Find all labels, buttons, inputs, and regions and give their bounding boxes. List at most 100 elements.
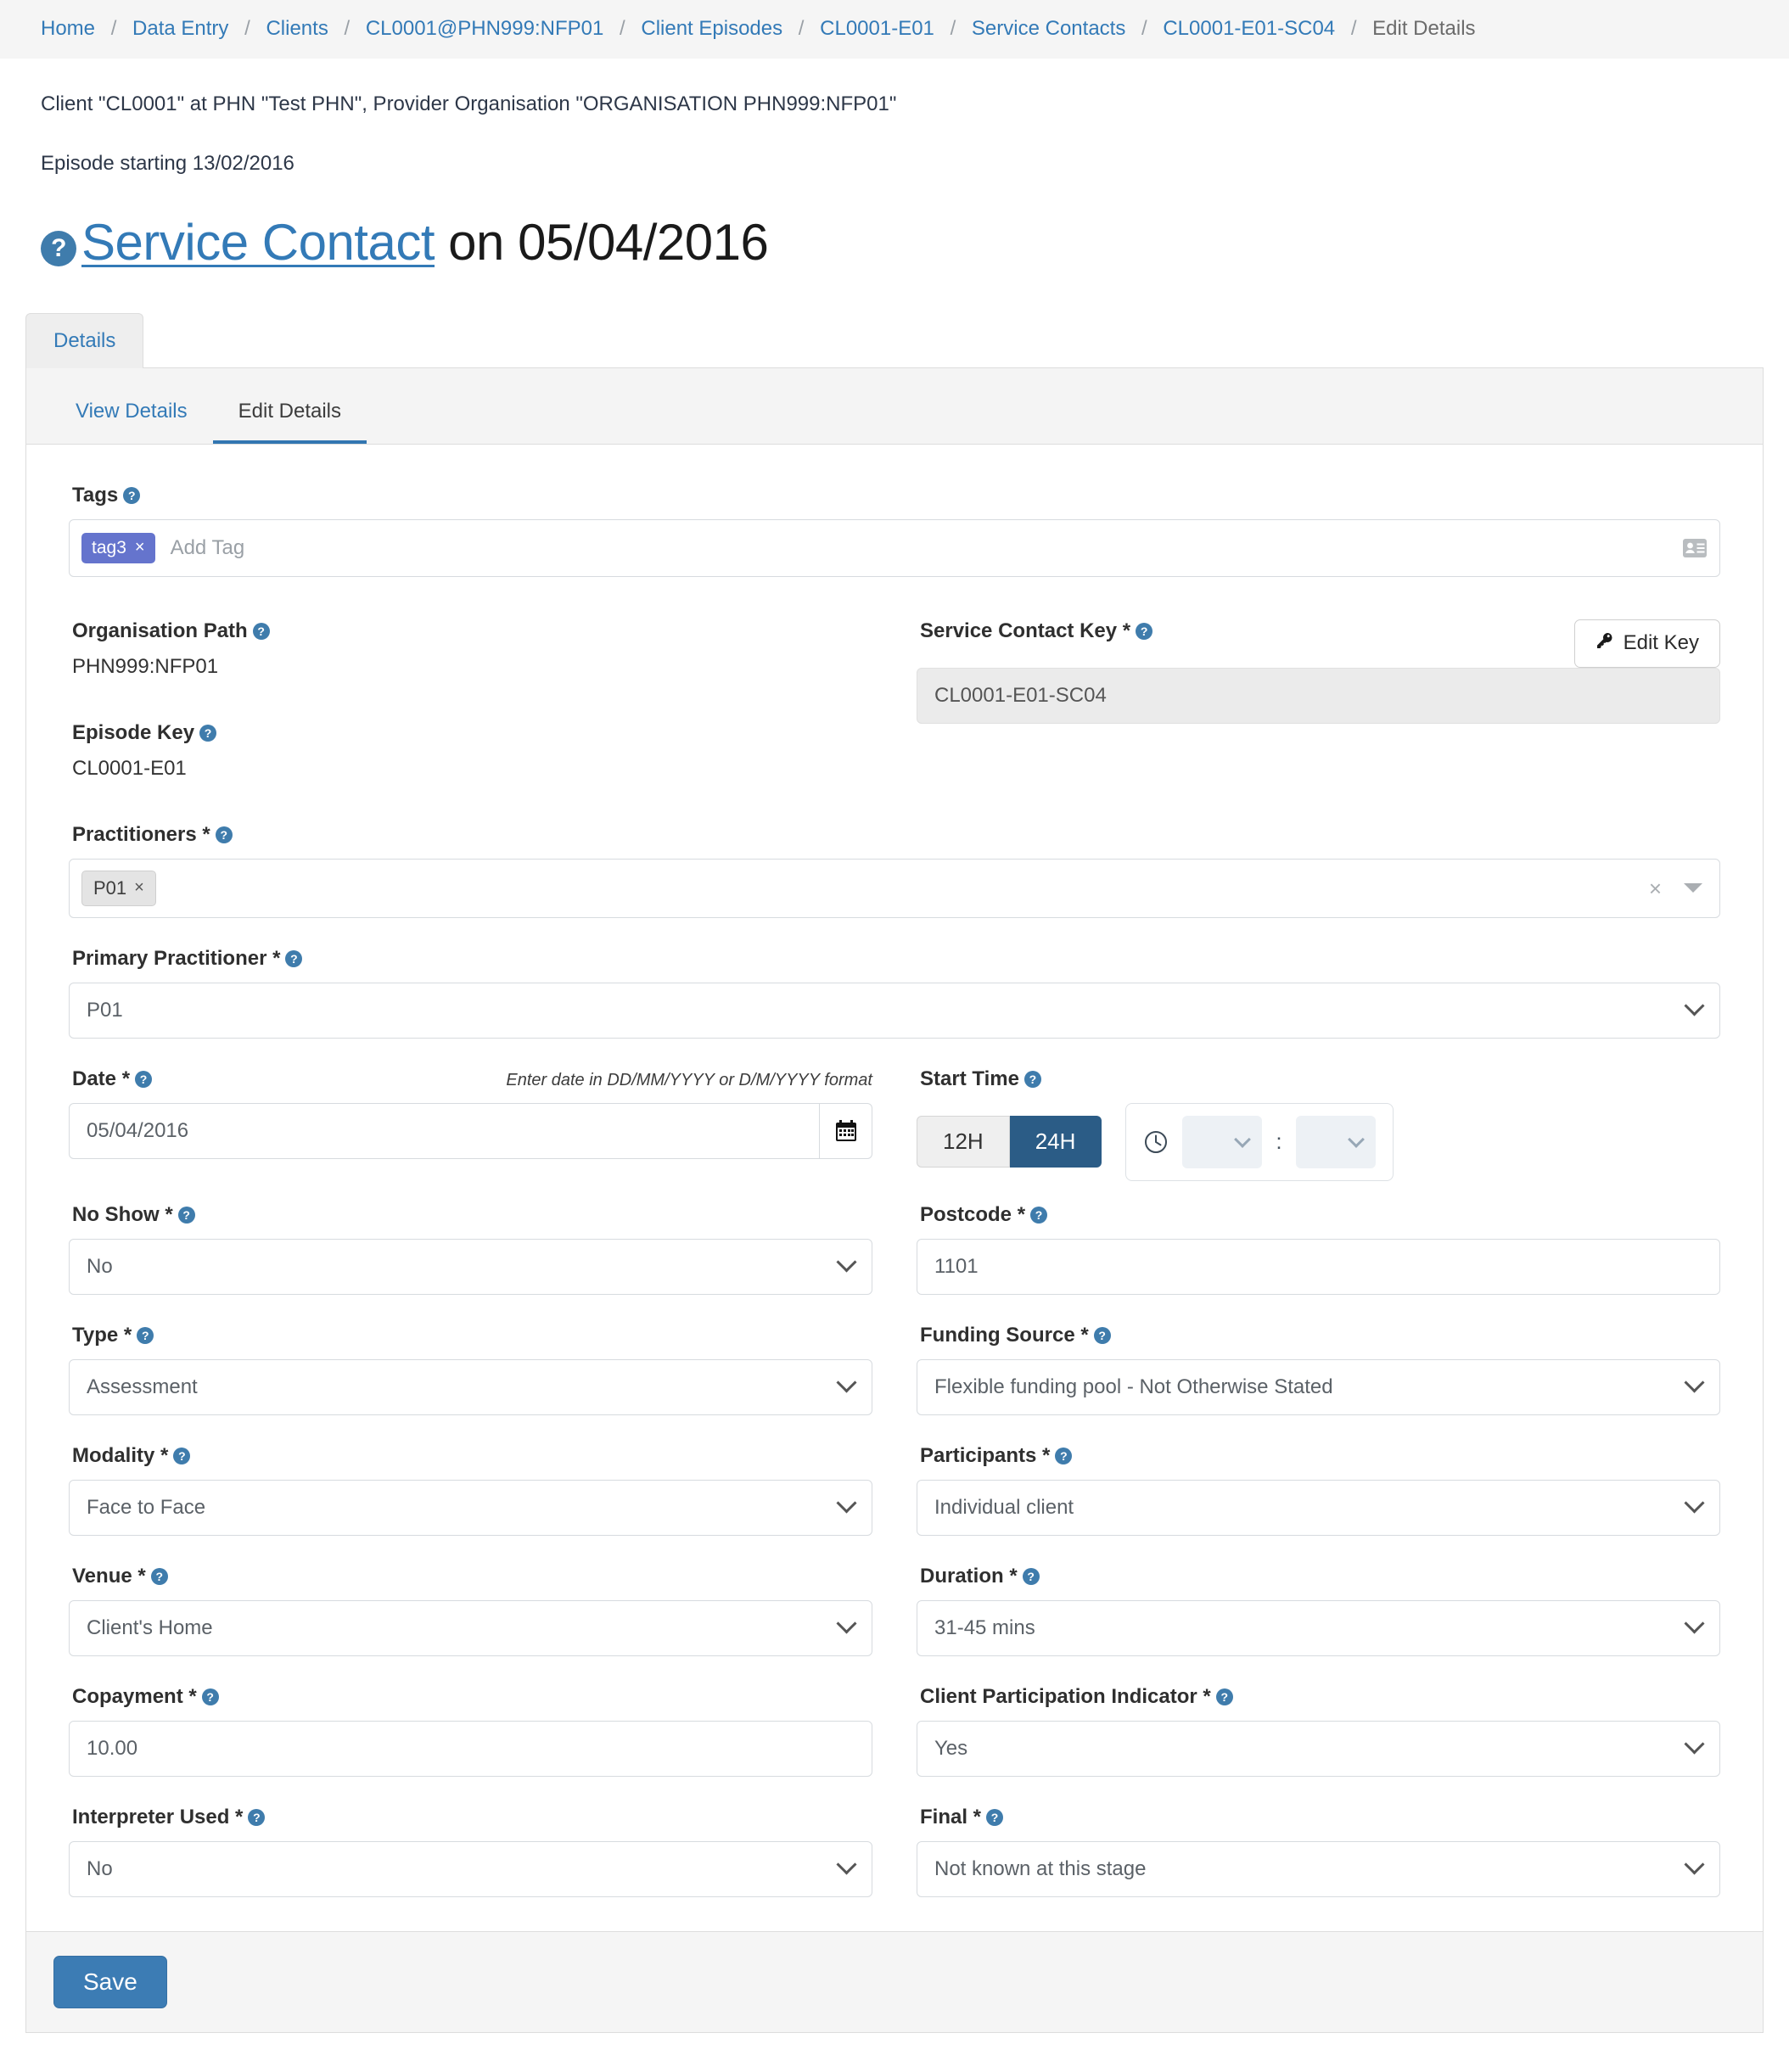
start-time-minutes-select[interactable] — [1295, 1115, 1376, 1168]
interpreter-used-label: Interpreter Used *? — [72, 1806, 872, 1829]
time-format-12h-button[interactable]: 12H — [917, 1116, 1010, 1168]
tag-chip[interactable]: tag3 × — [81, 532, 155, 563]
organisation-path-label: Organisation Path? — [72, 619, 872, 643]
participants-select[interactable]: Individual client — [917, 1479, 1720, 1536]
help-icon[interactable]: ? — [173, 1447, 191, 1464]
breadcrumb-item-home[interactable]: Home — [41, 17, 95, 40]
help-icon[interactable]: ? — [285, 949, 303, 967]
breadcrumb-item-current: Edit Details — [1372, 17, 1476, 40]
postcode-input[interactable]: 1101 — [917, 1238, 1720, 1295]
tab-edit-details[interactable]: Edit Details — [212, 400, 367, 444]
help-icon[interactable]: ? — [1030, 1206, 1048, 1224]
organisation-path-value: PHN999:NFP01 — [72, 654, 219, 678]
copayment-input[interactable]: 10.00 — [69, 1720, 872, 1777]
help-icon[interactable]: ? — [252, 622, 270, 640]
breadcrumb-item-service-contacts[interactable]: Service Contacts — [972, 17, 1125, 40]
client-participation-indicator-select[interactable]: Yes — [917, 1720, 1720, 1777]
help-icon[interactable]: ? — [150, 1567, 168, 1585]
date-field: Date *? Enter date in DD/MM/YYYY or D/M/… — [69, 1067, 872, 1181]
breadcrumb-item-clients[interactable]: Clients — [266, 17, 328, 40]
chevron-down-icon — [839, 1862, 853, 1876]
date-label: Date *? — [72, 1067, 153, 1091]
edit-key-button[interactable]: Edit Key — [1573, 619, 1720, 668]
help-icon[interactable]: ? — [1093, 1326, 1111, 1344]
breadcrumb-item-data-entry[interactable]: Data Entry — [132, 17, 228, 40]
breadcrumb-item-client-episodes[interactable]: Client Episodes — [641, 17, 782, 40]
help-icon[interactable]: ? — [201, 1688, 219, 1705]
no-show-select[interactable]: No — [69, 1238, 872, 1295]
breadcrumb-item-service-contact[interactable]: CL0001-E01-SC04 — [1163, 17, 1335, 40]
breadcrumb-item-client[interactable]: CL0001@PHN999:NFP01 — [366, 17, 604, 40]
calendar-icon[interactable] — [820, 1102, 872, 1159]
tab-details[interactable]: Details — [25, 312, 144, 368]
address-card-icon[interactable] — [1682, 538, 1708, 558]
practitioners-multiselect[interactable]: P01 × × — [69, 858, 1720, 918]
practitioner-chip[interactable]: P01 × — [81, 870, 156, 906]
breadcrumb-separator: / — [950, 17, 956, 40]
start-time-hours-select[interactable] — [1182, 1115, 1263, 1168]
tags-placeholder: Add Tag — [170, 535, 245, 559]
primary-practitioner-field: Primary Practitioner *? P01 — [69, 947, 1720, 1039]
client-participation-indicator-label: Client Participation Indicator *? — [920, 1685, 1720, 1709]
type-label: Type *? — [72, 1324, 872, 1347]
help-icon[interactable]: ? — [1023, 1070, 1041, 1088]
participants-field: Participants *? Individual client — [917, 1444, 1720, 1536]
form-footer: Save — [26, 1930, 1763, 2032]
date-input[interactable]: 05/04/2016 — [69, 1102, 821, 1159]
help-icon[interactable]: ? — [123, 486, 141, 504]
service-contact-key-input: CL0001-E01-SC04 — [917, 667, 1720, 724]
breadcrumb-separator: / — [620, 17, 625, 40]
chevron-down-icon[interactable] — [1684, 883, 1702, 893]
page-title-link[interactable]: Service Contact — [81, 214, 435, 271]
breadcrumb-separator: / — [344, 17, 351, 40]
page-title-suffix: on 05/04/2016 — [435, 213, 769, 271]
help-icon[interactable]: ? — [215, 826, 233, 843]
chevron-down-icon — [1687, 1501, 1701, 1515]
venue-label: Venue *? — [72, 1565, 872, 1588]
help-icon[interactable]: ? — [137, 1326, 154, 1344]
help-icon[interactable]: ? — [1022, 1567, 1040, 1585]
type-field: Type *? Assessment — [69, 1324, 872, 1415]
venue-select[interactable]: Client's Home — [69, 1599, 872, 1656]
start-time-label: Start Time? — [920, 1067, 1720, 1091]
interpreter-used-select[interactable]: No — [69, 1840, 872, 1897]
help-icon[interactable]: ? — [986, 1808, 1004, 1826]
help-icon[interactable]: ? — [1215, 1688, 1233, 1705]
practitioner-remove-icon[interactable]: × — [134, 878, 144, 898]
duration-select[interactable]: 31-45 mins — [917, 1599, 1720, 1656]
funding-source-select[interactable]: Flexible funding pool - Not Otherwise St… — [917, 1358, 1720, 1415]
episode-start-line: Episode starting 13/02/2016 — [41, 151, 294, 175]
help-icon[interactable]: ? — [135, 1070, 153, 1088]
help-icon[interactable]: ? — [1136, 622, 1153, 640]
postcode-label: Postcode *? — [920, 1203, 1720, 1227]
clock-icon — [1143, 1129, 1169, 1155]
breadcrumb-item-episode[interactable]: CL0001-E01 — [820, 17, 934, 40]
funding-source-field: Funding Source *? Flexible funding pool … — [917, 1324, 1720, 1415]
duration-label: Duration *? — [920, 1565, 1720, 1588]
service-contact-key-field: Service Contact Key *? Edit Key CL0001-E… — [917, 619, 1720, 724]
clear-selection-icon[interactable]: × — [1649, 877, 1662, 899]
help-icon[interactable]: ? — [199, 724, 217, 742]
breadcrumb-separator: / — [110, 17, 117, 40]
organisation-path-field: Organisation Path? PHN999:NFP01 — [69, 619, 872, 679]
time-format-24h-button[interactable]: 24H — [1009, 1116, 1102, 1168]
tag-remove-icon[interactable]: × — [135, 538, 145, 557]
chevron-down-icon — [839, 1501, 853, 1515]
primary-practitioner-select[interactable]: P01 — [69, 982, 1720, 1039]
practitioners-label: Practitioners *? — [72, 823, 1720, 847]
modality-field: Modality *? Face to Face — [69, 1444, 872, 1536]
help-icon[interactable]: ? — [1055, 1447, 1073, 1464]
final-field: Final *? Not known at this stage — [917, 1806, 1720, 1897]
breadcrumb-separator: / — [1350, 17, 1357, 40]
tags-input[interactable]: tag3 × Add Tag — [69, 518, 1720, 577]
final-select[interactable]: Not known at this stage — [917, 1840, 1720, 1897]
help-icon[interactable]: ? — [177, 1206, 195, 1224]
type-select[interactable]: Assessment — [69, 1358, 872, 1415]
help-icon[interactable]: ? — [41, 230, 76, 266]
modality-select[interactable]: Face to Face — [69, 1479, 872, 1536]
help-icon[interactable]: ? — [248, 1808, 266, 1826]
breadcrumb-separator: / — [244, 17, 250, 40]
interpreter-used-field: Interpreter Used *? No — [69, 1806, 872, 1897]
save-button[interactable]: Save — [53, 1955, 167, 2008]
tab-view-details[interactable]: View Details — [50, 400, 213, 444]
